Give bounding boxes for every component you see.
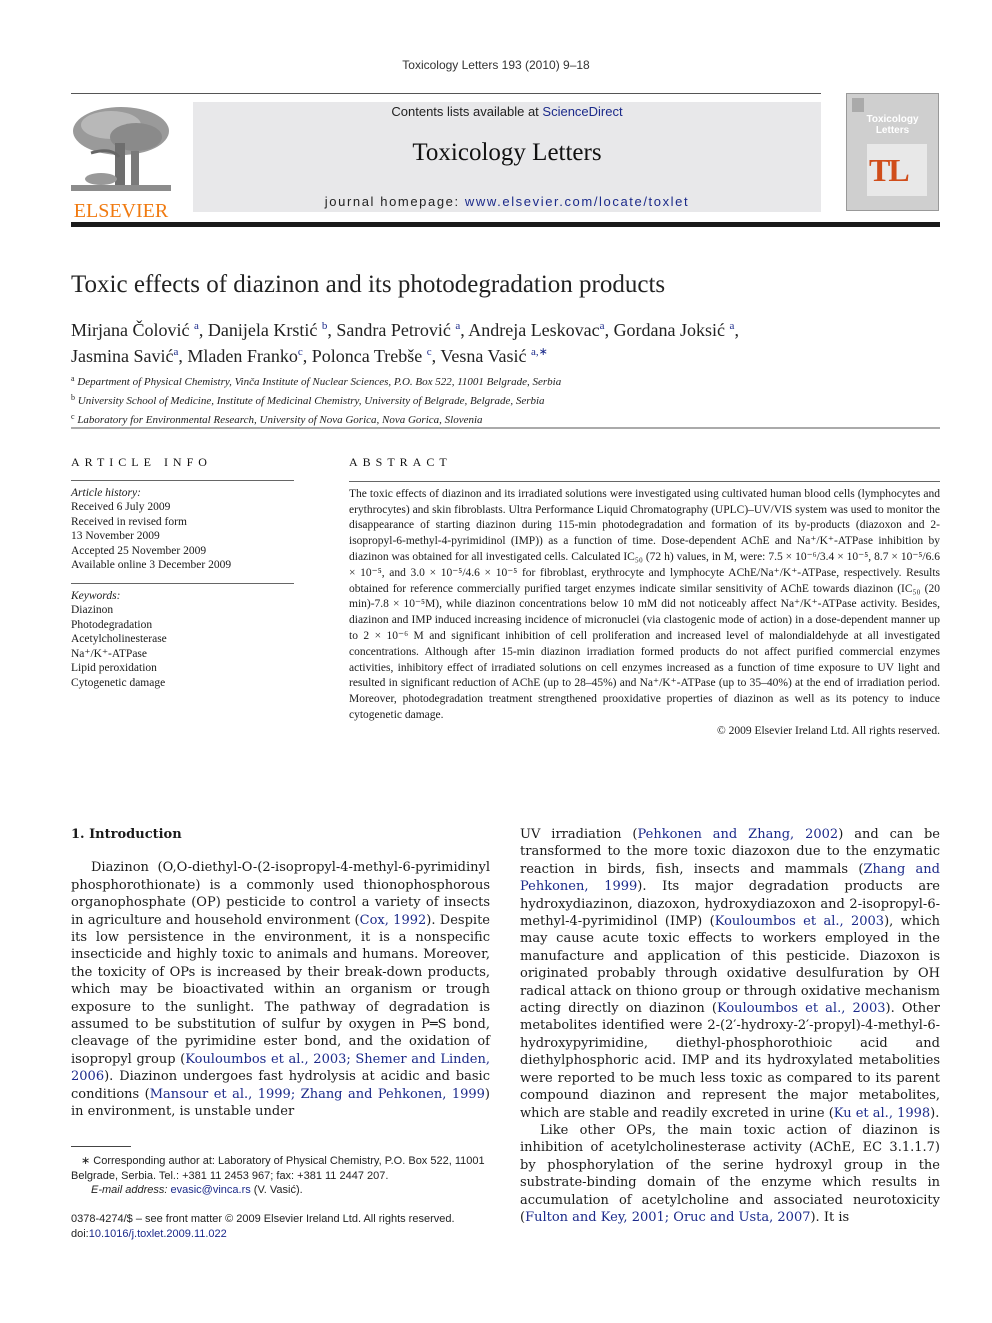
header-bottom-rule: [71, 222, 940, 227]
running-head: Toxicology Letters 193 (2010) 9–18: [402, 58, 590, 72]
paper-title: Toxic effects of diazinon and its photod…: [71, 271, 666, 298]
elsevier-wordmark: ELSEVIER: [73, 200, 169, 222]
citation-link[interactable]: Fulton and Key, 2001; Oruc and Usta, 200…: [525, 1210, 810, 1225]
corresponding-author-note: ∗ Corresponding author at: Laboratory of…: [71, 1155, 485, 1182]
front-matter: 0378-4274/$ – see front matter © 2009 El…: [71, 1212, 491, 1241]
history-label: Article history:: [71, 486, 141, 499]
section-divider: [71, 427, 940, 429]
author: Andreja Leskovaca,: [468, 320, 614, 340]
section-heading-introduction: 1. Introduction: [71, 827, 182, 842]
keyword: Diazinon: [71, 604, 114, 616]
cover-title: Toxicology Letters: [847, 114, 938, 136]
body-column-left: 1. Introduction Diazinon (O,O-diethyl-O-…: [71, 826, 490, 1121]
journal-banner: Contents lists available at ScienceDirec…: [193, 102, 821, 212]
paragraph: Like other OPs, the main toxic action of…: [520, 1122, 940, 1225]
paragraph: Diazinon (O,O-diethyl-O-(2-isopropyl-4-m…: [71, 860, 490, 1120]
corresponding-author-mark[interactable]: a,∗: [531, 346, 548, 358]
abstract: ABSTRACT The toxic effects of diazinon a…: [349, 455, 940, 740]
author: Polonca Trebše c,: [311, 346, 441, 366]
abstract-text: The toxic effects of diazinon and its ir…: [349, 487, 940, 721]
keyword: Photodegradation: [71, 618, 153, 631]
affiliation: a Department of Physical Chemistry, Vinč…: [71, 374, 562, 388]
divider: [71, 582, 294, 584]
tree-logo-icon: [71, 103, 171, 195]
affiliations: a Department of Physical Chemistry, Vinč…: [71, 371, 561, 428]
email-suffix: (V. Vasić).: [250, 1184, 303, 1196]
email-link[interactable]: evasic@vinca.rs: [170, 1184, 250, 1196]
author: Mladen Frankoc,: [187, 346, 312, 366]
divider: [349, 480, 940, 482]
author: Sandra Petrović a,: [336, 320, 469, 340]
homepage-prefix: journal homepage:: [324, 194, 465, 209]
article-info: ARTICLE INFO Article history: Received 6…: [71, 455, 294, 690]
email-label: E-mail address:: [91, 1184, 168, 1196]
paragraph: UV irradiation (Pehkonen and Zhang, 2002…: [520, 827, 940, 1121]
citation-link[interactable]: Pehkonen and Zhang, 2002: [637, 827, 838, 842]
sciencedirect-link[interactable]: ScienceDirect: [542, 104, 622, 119]
history-item: 13 November 2009: [71, 530, 160, 542]
body-column-right: UV irradiation (Pehkonen and Zhang, 2002…: [520, 826, 940, 1226]
author: Vesna Vasić a,∗: [440, 346, 548, 366]
journal-homepage: journal homepage: www.elsevier.com/locat…: [193, 194, 821, 209]
homepage-link[interactable]: www.elsevier.com/locate/toxlet: [465, 194, 689, 209]
article-info-heading: ARTICLE INFO: [71, 455, 212, 469]
citation-link[interactable]: Mansour et al., 1999; Zhang and Pehkonen…: [150, 1087, 485, 1102]
author: Jasmina Savića,: [71, 346, 188, 366]
author: Danijela Krstić b,: [207, 320, 337, 340]
keyword: Cytogenetic damage: [71, 676, 166, 689]
cover-title-line2: Letters: [875, 125, 910, 136]
history-item: Accepted 25 November 2009: [71, 544, 207, 557]
abstract-copyright: © 2009 Elsevier Ireland Ltd. All rights …: [716, 724, 940, 737]
citation-link[interactable]: Cox, 1992: [360, 913, 427, 928]
history-item: Received in revised form: [71, 515, 187, 528]
author-list: Mirjana Čolović a, Danijela Krstić b, Sa…: [71, 315, 941, 367]
history-item: Available online 3 December 2009: [71, 559, 232, 571]
header-top-rule: [71, 93, 821, 94]
citation-link[interactable]: Kouloumbos et al., 2003: [717, 1001, 886, 1016]
affiliation: b University School of Medicine, Institu…: [71, 393, 545, 407]
cover-publisher-icon: [852, 98, 864, 112]
divider: [71, 479, 294, 481]
journal-title: Toxicology Letters: [412, 139, 602, 166]
email-line: E-mail address: evasic@vinca.rs (V. Vasi…: [71, 1183, 491, 1198]
keyword: Lipid peroxidation: [71, 662, 157, 674]
doi-link[interactable]: 10.1016/j.toxlet.2009.11.022: [89, 1228, 227, 1240]
contents-line: Contents lists available at ScienceDirec…: [193, 104, 821, 119]
author: Mirjana Čolović a,: [71, 320, 208, 340]
cover-monogram: TL: [869, 152, 910, 188]
elsevier-logo[interactable]: ELSEVIER: [71, 103, 171, 221]
contents-prefix: Contents lists available at: [391, 104, 543, 119]
history-item: Received 6 July 2009: [71, 501, 171, 513]
keywords-label: Keywords:: [71, 589, 121, 602]
author: Gordana Joksić a,: [613, 320, 739, 340]
abstract-heading: ABSTRACT: [349, 455, 452, 469]
affiliation: c Laboratory for Environmental Research,…: [71, 412, 483, 426]
footnote-rule: [71, 1146, 131, 1147]
cover-title-line1: Toxicology: [866, 114, 919, 125]
doi-line: doi:10.1016/j.toxlet.2009.11.022: [71, 1227, 227, 1240]
journal-cover-thumbnail[interactable]: Toxicology Letters TL: [846, 93, 939, 211]
keyword: Acetylcholinesterase: [71, 633, 167, 645]
keyword: Na⁺/K⁺-ATPase: [71, 647, 148, 660]
issn-line: 0378-4274/$ – see front matter © 2009 El…: [71, 1213, 455, 1225]
citation-link[interactable]: Ku et al., 1998: [834, 1106, 930, 1121]
citation-link[interactable]: Kouloumbos et al., 2003: [715, 914, 884, 929]
footnote: ∗ Corresponding author at: Laboratory of…: [71, 1154, 491, 1198]
